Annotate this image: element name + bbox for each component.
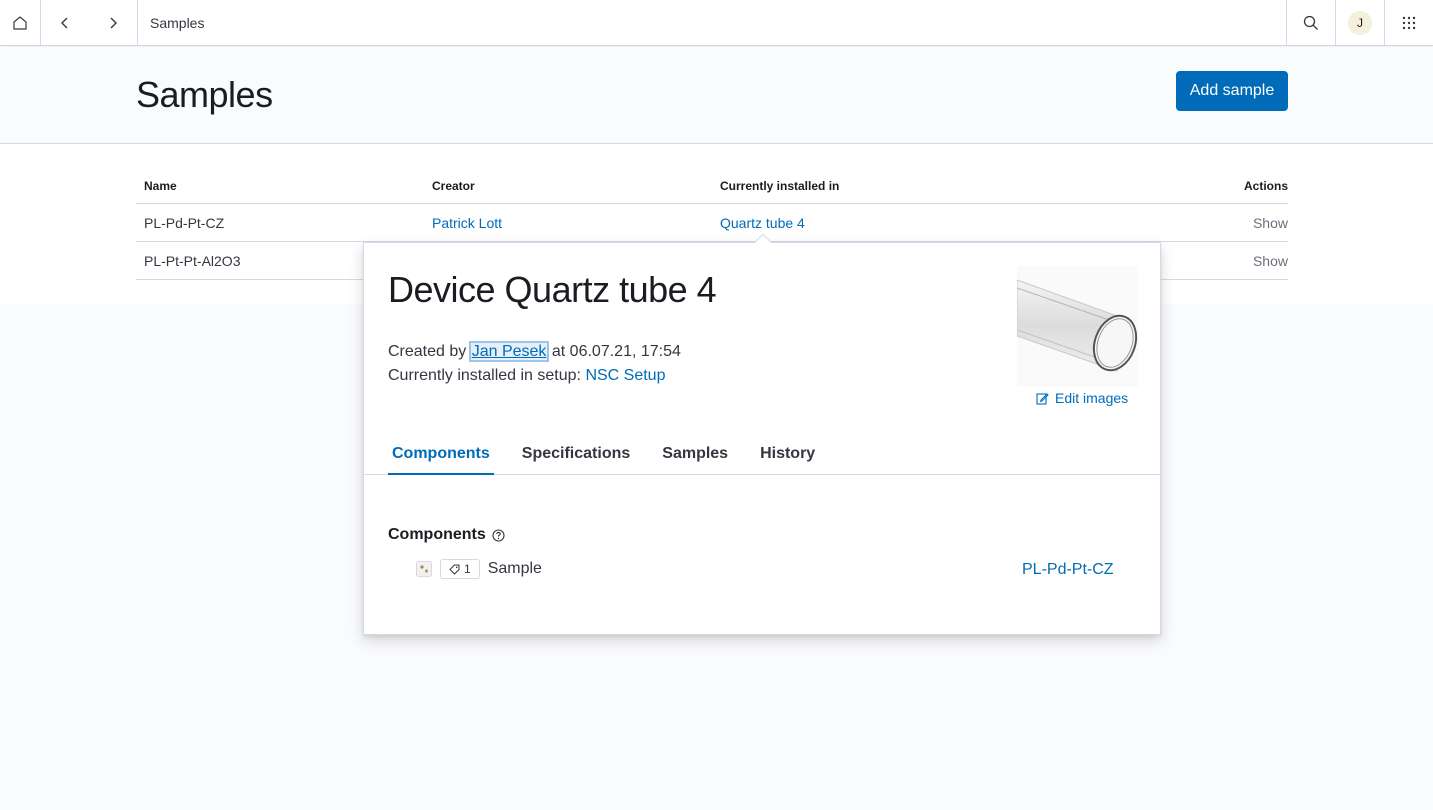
tab-components[interactable]: Components [388,439,494,475]
tab-history[interactable]: History [756,439,819,475]
apps-menu-button[interactable] [1385,0,1433,45]
edit-images-button[interactable]: Edit images [1036,390,1128,406]
tag-icon [449,564,460,575]
table-header: Name Creator Currently installed in Acti… [136,168,1288,204]
search-button[interactable] [1287,0,1335,45]
search-icon [1303,15,1318,30]
chevron-right-icon [110,17,117,28]
components-heading: Components [388,526,505,544]
device-popover: Device Quartz tube 4 Created by Jan Pese… [363,233,1162,635]
table-row: PL-Pd-Pt-CZ Patrick Lott Quartz tube 4 S… [136,204,1288,242]
component-type-icon [416,561,432,577]
setup-link[interactable]: NSC Setup [585,367,665,384]
created-by-label: Created by [388,343,467,360]
quartz-tube-image [1016,279,1138,372]
created-at: at 06.07.21, 17:54 [551,343,681,360]
component-count-badge: 1 [440,559,480,579]
device-meta: Created by Jan Pesek at 06.07.21, 17:54 … [388,340,681,388]
column-header-creator[interactable]: Creator [424,179,712,193]
device-tabs: Components Specifications Samples Histor… [364,439,1162,475]
page-header: Samples Add sample [0,47,1433,144]
tab-samples[interactable]: Samples [658,439,732,475]
show-action[interactable]: Show [1253,215,1288,231]
add-sample-button[interactable]: Add sample [1176,71,1288,111]
back-button[interactable] [41,16,89,30]
components-title: Components [388,526,486,543]
device-title: Device Quartz tube 4 [388,269,717,310]
breadcrumb: Samples [150,14,205,31]
installed-label: Currently installed in setup: [388,367,581,384]
home-icon [13,15,27,30]
sample-name: PL-Pd-Pt-CZ [144,214,225,231]
history-nav [41,0,137,45]
top-bar: Samples J [0,0,1433,46]
apps-grid-icon [1402,16,1416,29]
edit-icon [1036,392,1049,405]
component-label: Sample [487,560,542,577]
tab-specifications[interactable]: Specifications [518,439,634,475]
page-title: Samples [136,74,273,115]
user-menu-button[interactable]: J [1336,0,1384,45]
component-sample-link[interactable]: PL-Pd-Pt-CZ [1022,561,1114,579]
show-action[interactable]: Show [1253,253,1288,269]
installed-in-link[interactable]: Quartz tube 4 [720,215,805,231]
device-creator-link[interactable]: Jan Pesek [468,341,550,362]
component-count: 1 [464,562,471,576]
help-icon[interactable] [492,528,505,542]
home-button[interactable] [0,0,40,45]
component-row: 1 Sample [416,559,542,579]
column-header-name[interactable]: Name [136,179,424,193]
avatar: J [1348,10,1372,35]
column-header-installed-in[interactable]: Currently installed in [712,179,1000,193]
device-image[interactable] [1016,266,1138,387]
edit-images-label: Edit images [1055,390,1129,406]
creator-link[interactable]: Patrick Lott [432,215,502,231]
forward-button[interactable] [89,16,137,30]
column-header-actions: Actions [1243,178,1288,193]
chevron-left-icon [61,17,68,28]
